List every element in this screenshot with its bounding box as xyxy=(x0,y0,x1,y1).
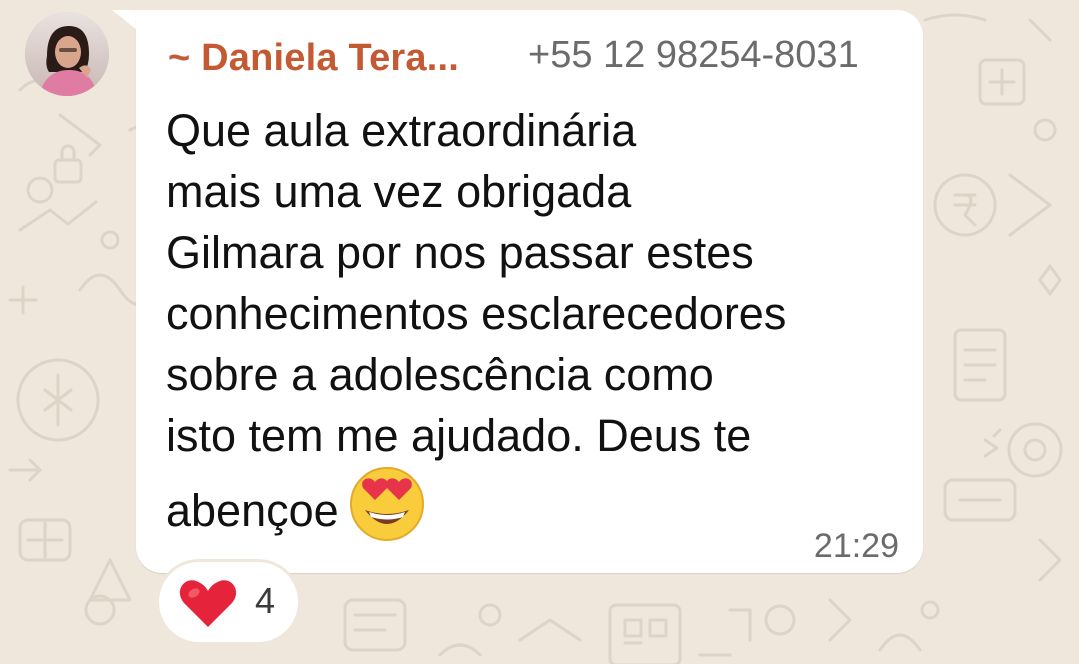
reaction-badge[interactable]: 4 xyxy=(159,562,298,642)
reaction-count: 4 xyxy=(255,580,276,621)
sender-avatar[interactable] xyxy=(25,12,109,96)
red-heart-icon xyxy=(178,579,238,634)
message-body: Que aula extraordinária mais uma vez obr… xyxy=(166,105,787,536)
message-bubble[interactable]: ~ Daniela Tera... +55 12 98254-8031 Que … xyxy=(136,10,923,573)
message-timestamp: 21:29 xyxy=(813,527,899,565)
heart-eyes-emoji-icon xyxy=(349,466,425,557)
profile-photo-icon xyxy=(25,12,109,96)
sender-phone: +55 12 98254-8031 xyxy=(528,34,859,76)
sender-name[interactable]: ~ Daniela Tera... xyxy=(168,37,459,80)
message-text: Que aula extraordinária mais uma vez obr… xyxy=(166,100,906,557)
